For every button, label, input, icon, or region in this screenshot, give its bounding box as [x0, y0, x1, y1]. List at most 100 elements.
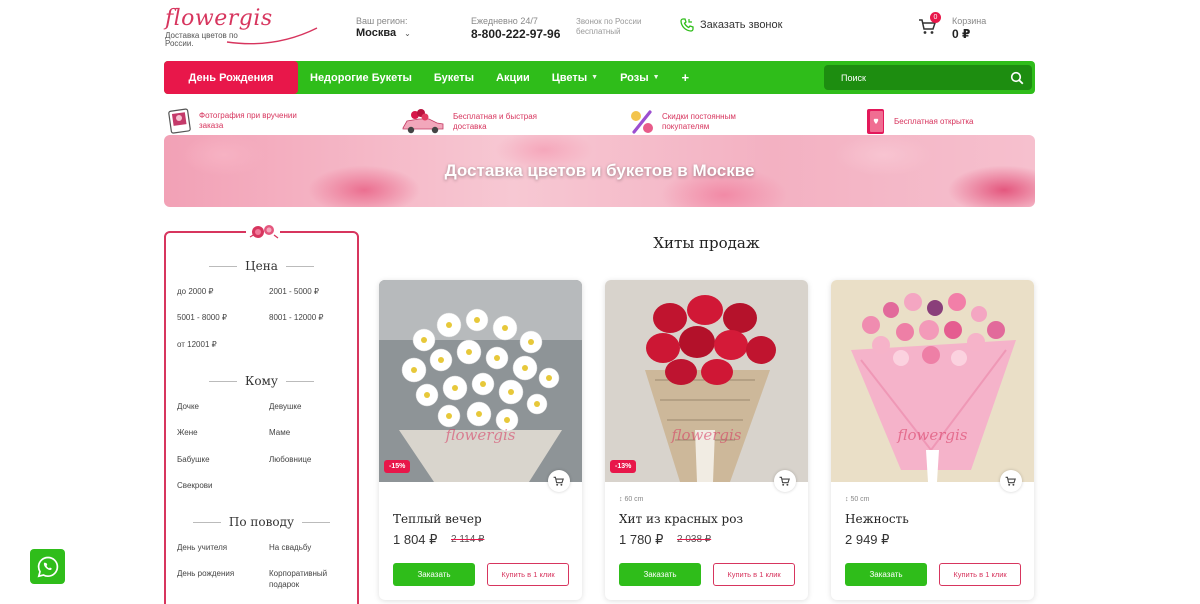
product-size: ↕ 50 cm — [845, 496, 870, 503]
chevron-down-icon: ▼ — [591, 74, 599, 81]
region-value: Москва — [356, 27, 397, 39]
postcard-icon — [867, 109, 884, 134]
nav-more-button[interactable]: + — [682, 70, 690, 85]
product-image[interactable]: flowergis -13% — [605, 280, 808, 482]
benefit-text: Бесплатная открытка — [894, 117, 974, 126]
nav-item-roses[interactable]: Розы ▼ — [620, 72, 659, 84]
product-price: 1 804 ₽ — [393, 532, 438, 547]
filter-option[interactable]: День рождения — [177, 568, 234, 579]
add-to-cart-button[interactable] — [1000, 470, 1022, 492]
filter-heading-label: По поводу — [228, 515, 295, 529]
cart-button[interactable]: 0 — [918, 12, 948, 38]
benefit-text: Фотография при вручении заказа — [199, 111, 297, 130]
benefit-text: Скидки постоянным покупателям — [662, 112, 736, 131]
nav-item-label: Акции — [496, 71, 530, 84]
section-title: Хиты продаж — [653, 234, 760, 252]
chevron-down-icon: ⌄ — [404, 28, 411, 38]
filter-option[interactable]: Любовнице — [269, 454, 311, 465]
product-card[interactable]: flowergis -15% Теплый вечер 1 804 ₽ 2 11… — [379, 280, 582, 600]
add-to-cart-button[interactable] — [548, 470, 570, 492]
nav-item-label: Недорогие Букеты — [310, 71, 412, 84]
phone-number[interactable]: 8-800-222-97-96 — [471, 27, 560, 41]
nav-item-label: Розы — [620, 71, 649, 84]
product-image[interactable]: flowergis — [831, 280, 1034, 482]
discount-badge: -15% — [384, 460, 411, 473]
cart-count-badge: 0 — [930, 12, 941, 23]
red-roses-bouquet-image — [605, 280, 808, 482]
benefit-text: Бесплатная и быстрая доставка — [453, 112, 537, 131]
one-click-buy-button[interactable]: Купить в 1 клик — [713, 563, 795, 586]
product-name[interactable]: Теплый вечер — [393, 512, 482, 526]
order-button[interactable]: Заказать — [393, 563, 475, 586]
filter-option[interactable]: Девушке — [269, 401, 301, 412]
product-size-value: 50 cm — [850, 496, 870, 503]
cart-total: 0 ₽ — [952, 27, 971, 41]
product-card[interactable]: flowergis ↕ 50 cm Нежность 2 949 ₽ Заказ… — [831, 280, 1034, 600]
product-image[interactable]: flowergis -15% — [379, 280, 582, 482]
delivery-car-icon — [402, 109, 444, 134]
alstroemeria-bouquet-image — [831, 280, 1034, 482]
main-nav: День Рождения Недорогие Букеты Букеты Ак… — [164, 61, 1035, 94]
nav-item-bouquets[interactable]: Букеты — [434, 72, 474, 84]
filter-option[interactable]: День учителя — [177, 542, 227, 553]
one-click-buy-button[interactable]: Купить в 1 клик — [487, 563, 569, 586]
filter-option[interactable]: Бабушке — [177, 454, 210, 465]
logo-tagline: Доставка цветов по России. — [165, 31, 238, 48]
product-card[interactable]: flowergis -13% ↕ 60 cm Хит из красных ро… — [605, 280, 808, 600]
filter-option[interactable]: 8001 - 12000 ₽ — [269, 312, 323, 323]
filter-option[interactable]: На свадьбу — [269, 542, 311, 553]
filter-whom-heading: Кому — [166, 374, 357, 388]
product-old-price: 2 114 ₽ — [451, 534, 485, 545]
cart-label: Корзина — [952, 16, 987, 26]
banner-title: Доставка цветов и букетов в Москве — [444, 161, 755, 180]
watermark: flowergis — [897, 426, 968, 444]
region-selector[interactable]: Москва ⌄ — [356, 27, 411, 39]
filter-option[interactable]: Дочке — [177, 401, 199, 412]
filter-option[interactable]: Свекрови — [177, 480, 213, 491]
one-click-buy-button[interactable]: Купить в 1 клик — [939, 563, 1021, 586]
nav-item-cheap-bouquets[interactable]: Недорогие Букеты — [310, 72, 412, 84]
add-to-cart-button[interactable] — [774, 470, 796, 492]
daisy-bouquet-image — [379, 280, 582, 482]
chevron-down-icon: ▼ — [652, 74, 660, 81]
cart-icon — [779, 476, 790, 486]
filter-option[interactable]: Корпоративный подарок — [269, 568, 349, 590]
filter-option[interactable]: от 12001 ₽ — [177, 339, 217, 350]
nav-item-label: Букеты — [433, 71, 474, 84]
photo-icon — [168, 108, 191, 134]
phone-icon — [680, 18, 694, 32]
filter-option[interactable]: 2001 - 5000 ₽ — [269, 286, 319, 297]
search-input[interactable] — [824, 72, 994, 83]
filter-option[interactable]: Жене — [177, 427, 198, 438]
benefit-discount: Скидки постоянным покупателям — [628, 108, 762, 136]
nav-item-birthday[interactable]: День Рождения — [164, 61, 298, 94]
filter-option[interactable]: Маме — [269, 427, 290, 438]
nav-item-flowers[interactable]: Цветы ▼ — [552, 72, 598, 84]
filter-sidebar: Цена до 2000 ₽ 2001 - 5000 ₽ 5001 - 8000… — [164, 221, 359, 604]
whatsapp-button[interactable] — [30, 549, 65, 584]
whatsapp-icon — [37, 556, 58, 577]
search-icon[interactable] — [1010, 71, 1024, 85]
benefit-photo: Фотография при вручении заказа — [167, 108, 299, 134]
order-button[interactable]: Заказать — [845, 563, 927, 586]
product-name[interactable]: Нежность — [845, 512, 909, 526]
benefit-postcard: Бесплатная открытка — [864, 108, 994, 136]
filter-option[interactable]: 5001 - 8000 ₽ — [177, 312, 227, 323]
order-button[interactable]: Заказать — [619, 563, 701, 586]
region-label: Ваш регион: — [356, 16, 408, 26]
benefit-delivery: Бесплатная и быстрая доставка — [399, 108, 553, 136]
product-name[interactable]: Хит из красных роз — [619, 512, 743, 526]
logo[interactable]: flowergis Доставка цветов по России. — [165, 6, 325, 48]
product-size: ↕ 60 cm — [619, 496, 644, 503]
callback-button[interactable]: Заказать звонок — [680, 18, 782, 32]
filter-price-heading: Цена — [166, 259, 357, 273]
hero-banner: Доставка цветов и букетов в Москве — [164, 135, 1035, 207]
cart-icon — [1005, 476, 1016, 486]
product-price: 2 949 ₽ — [845, 532, 890, 547]
filter-option[interactable]: до 2000 ₽ — [177, 286, 213, 297]
nav-item-promotions[interactable]: Акции — [496, 72, 530, 84]
product-size-value: 60 cm — [624, 496, 644, 503]
filter-heading-label: Цена — [245, 259, 278, 273]
filter-occasion-heading: По поводу — [166, 515, 357, 529]
product-old-price: 2 038 ₽ — [677, 534, 712, 545]
